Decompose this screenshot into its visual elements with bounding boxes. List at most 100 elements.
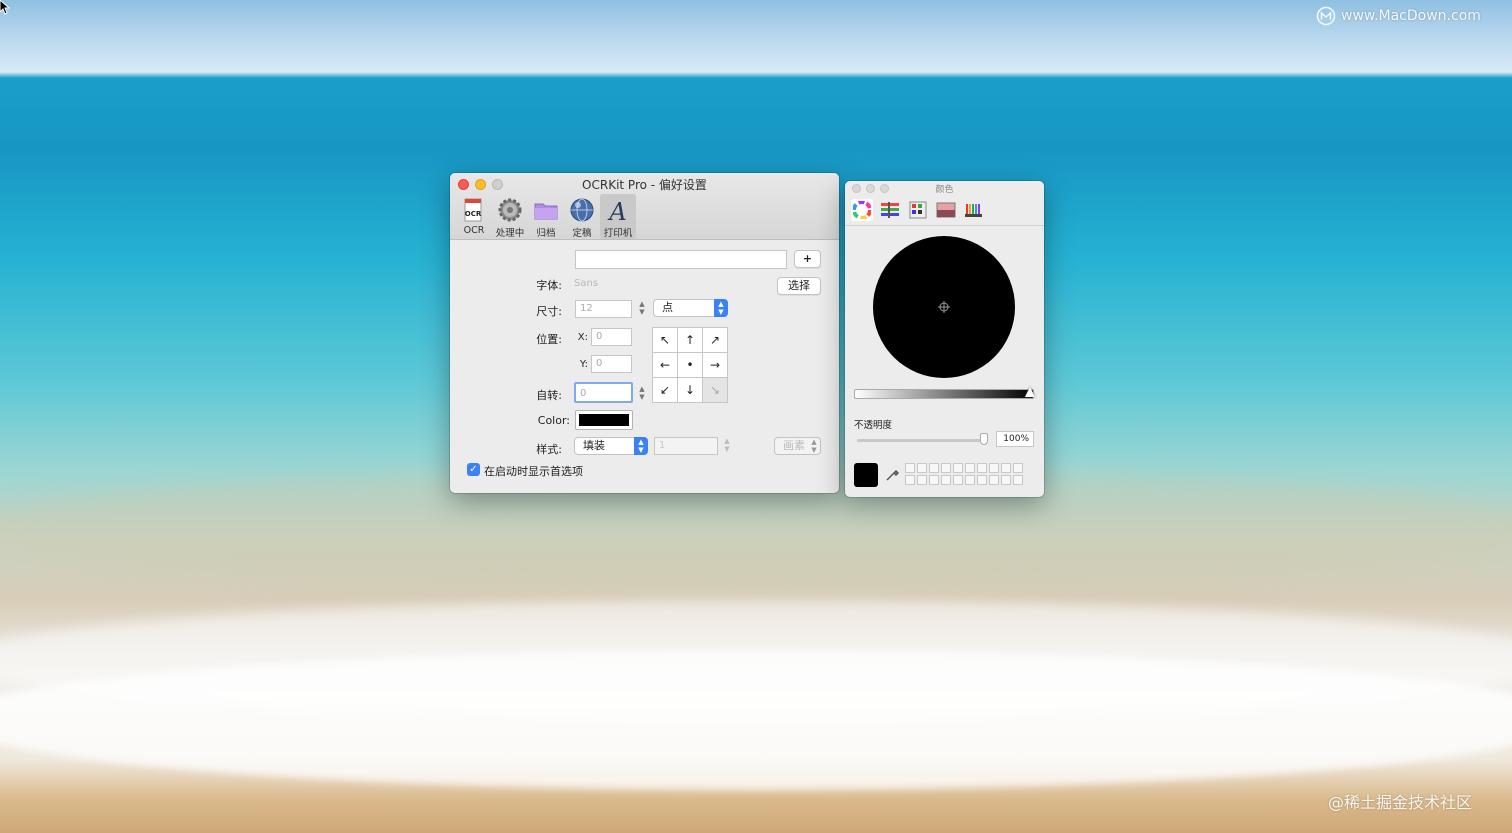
color-wheel[interactable] <box>873 236 1015 378</box>
color-swatch-slot[interactable] <box>953 475 963 485</box>
brightness-slider-knob[interactable] <box>1025 387 1035 397</box>
svg-text:OCR: OCR <box>465 210 482 218</box>
color-swatch-slot[interactable] <box>905 463 915 473</box>
size-stepper[interactable]: ▲ ▼ <box>638 300 646 318</box>
color-swatch-slot[interactable] <box>929 475 939 485</box>
align-bottom-right-button[interactable]: ↘ <box>702 377 728 403</box>
color-palettes-icon <box>909 201 927 219</box>
color-swatch-slot[interactable] <box>917 463 927 473</box>
color-swatch-slot[interactable] <box>1001 463 1011 473</box>
tab-color-wheel[interactable] <box>851 199 873 221</box>
color-well-swatch <box>579 414 629 426</box>
tab-crayons[interactable] <box>963 199 985 221</box>
color-swatch-slot[interactable] <box>1013 475 1023 485</box>
rotation-input[interactable]: 0 <box>574 382 633 403</box>
select-arrows-icon: ▲ ▼ <box>634 437 648 455</box>
color-swatch-slot[interactable] <box>1013 463 1023 473</box>
rotation-label: 自转: <box>536 389 562 402</box>
watermark-top-text: www.MacDown.com <box>1341 8 1481 24</box>
preferences-window: OCRKit Pro - 偏好设置 OCR OCR 处理中 归档 定稿 A 打印… <box>450 173 839 493</box>
color-swatch-slot[interactable] <box>977 475 987 485</box>
align-top-left-button[interactable]: ↖ <box>652 327 678 353</box>
opacity-input[interactable]: 100% <box>996 431 1034 447</box>
brightness-slider[interactable] <box>854 389 1034 399</box>
tab-printer[interactable]: A 打印机 <box>600 194 636 239</box>
color-swatch-slot[interactable] <box>905 475 915 485</box>
color-swatch-slot[interactable] <box>929 463 939 473</box>
crayons-icon <box>965 204 982 217</box>
prefs-toolbar: OCR OCR 处理中 归档 定稿 A 打印机 <box>456 194 636 239</box>
font-value: Sans <box>574 278 599 289</box>
window-title: OCRKit Pro - 偏好设置 <box>582 178 707 192</box>
tab-archive-label: 归档 <box>536 228 556 239</box>
current-color-swatch[interactable] <box>854 463 878 487</box>
tab-ocr[interactable]: OCR OCR <box>456 194 492 239</box>
stroke-width-stepper[interactable]: ▲ ▼ <box>723 437 731 455</box>
tab-processing-label: 处理中 <box>495 228 525 239</box>
color-swatch-slot[interactable] <box>917 475 927 485</box>
prefs-titlebar[interactable]: OCRKit Pro - 偏好设置 OCR OCR 处理中 归档 定稿 A 打印… <box>450 173 839 240</box>
tab-image-palettes[interactable] <box>935 199 957 221</box>
startup-checkbox[interactable]: ✓ <box>467 463 480 476</box>
stamp-text-field[interactable] <box>575 250 787 269</box>
style-select[interactable]: 填装 ▲ ▼ <box>574 437 648 455</box>
size-unit-value: 点 <box>662 301 673 314</box>
colors-title: 颜色 <box>935 185 954 195</box>
color-swatch-slot[interactable] <box>953 463 963 473</box>
y-input[interactable]: 0 <box>591 355 632 373</box>
font-a-icon: A <box>607 198 626 224</box>
tab-archive[interactable]: 归档 <box>528 194 564 239</box>
stroke-unit-select[interactable]: 画素 ▲ ▼ <box>774 437 821 455</box>
colors-panel: 颜色 不透明度 100% <box>845 181 1044 497</box>
style-value: 填装 <box>583 439 605 452</box>
align-left-button[interactable]: ← <box>652 352 678 378</box>
color-well[interactable] <box>575 410 633 430</box>
choose-font-button[interactable]: 选择 <box>777 277 821 295</box>
opacity-slider-knob[interactable] <box>980 433 988 445</box>
x-label: X: <box>577 332 588 343</box>
colors-titlebar[interactable]: 颜色 <box>845 181 1044 226</box>
color-swatch-slot[interactable] <box>1001 475 1011 485</box>
add-button[interactable]: + <box>794 250 821 268</box>
tab-finalize[interactable]: 定稿 <box>564 194 600 239</box>
tab-color-sliders[interactable] <box>879 199 901 221</box>
crosshair-icon <box>938 301 950 313</box>
align-right-button[interactable]: → <box>702 352 728 378</box>
color-label: Color: <box>537 414 570 427</box>
tab-processing[interactable]: 处理中 <box>492 194 528 239</box>
color-swatch-slot[interactable] <box>989 463 999 473</box>
align-bottom-left-button[interactable]: ↙ <box>652 377 678 403</box>
tab-finalize-label: 定稿 <box>572 228 592 239</box>
eyedropper-icon[interactable] <box>885 466 901 482</box>
color-swatch-slot[interactable] <box>941 463 951 473</box>
opacity-label: 不透明度 <box>854 420 893 431</box>
ocr-document-icon: OCR <box>464 198 482 222</box>
macdown-logo-icon <box>1316 6 1336 26</box>
x-input[interactable]: 0 <box>591 328 632 346</box>
font-label: 字体: <box>536 279 562 292</box>
tab-color-palettes[interactable] <box>907 199 929 221</box>
color-swatch-slot[interactable] <box>965 463 975 473</box>
color-swatch-slot[interactable] <box>989 475 999 485</box>
rotation-stepper[interactable]: ▲ ▼ <box>638 385 646 403</box>
y-label: Y: <box>579 359 588 370</box>
color-mode-tabs <box>851 199 985 221</box>
color-swatch-slot[interactable] <box>965 475 975 485</box>
color-swatch-slot[interactable] <box>977 463 987 473</box>
tab-printer-label: 打印机 <box>603 228 633 239</box>
size-unit-select[interactable]: 点 ▲ ▼ <box>653 299 728 317</box>
watermark-bottom: @稀土掘金技术社区 <box>1328 793 1473 812</box>
color-swatch-slot[interactable] <box>941 475 951 485</box>
opacity-slider[interactable] <box>857 439 985 442</box>
gear-icon <box>498 198 522 222</box>
align-top-button[interactable]: ↑ <box>677 327 703 353</box>
align-top-right-button[interactable]: ↗ <box>702 327 728 353</box>
position-alignment-grid: ↖ ↑ ↗ ← • → ↙ ↓ ↘ <box>652 327 728 403</box>
surf-foam <box>0 650 1512 790</box>
stroke-width-input[interactable]: 1 <box>654 437 718 455</box>
stroke-unit-value: 画素 <box>783 439 805 452</box>
size-input[interactable]: 12 <box>575 300 632 318</box>
align-bottom-button[interactable]: ↓ <box>677 377 703 403</box>
align-center-button[interactable]: • <box>677 352 703 378</box>
startup-checkbox-label[interactable]: 在启动时显示首选项 <box>484 463 583 479</box>
